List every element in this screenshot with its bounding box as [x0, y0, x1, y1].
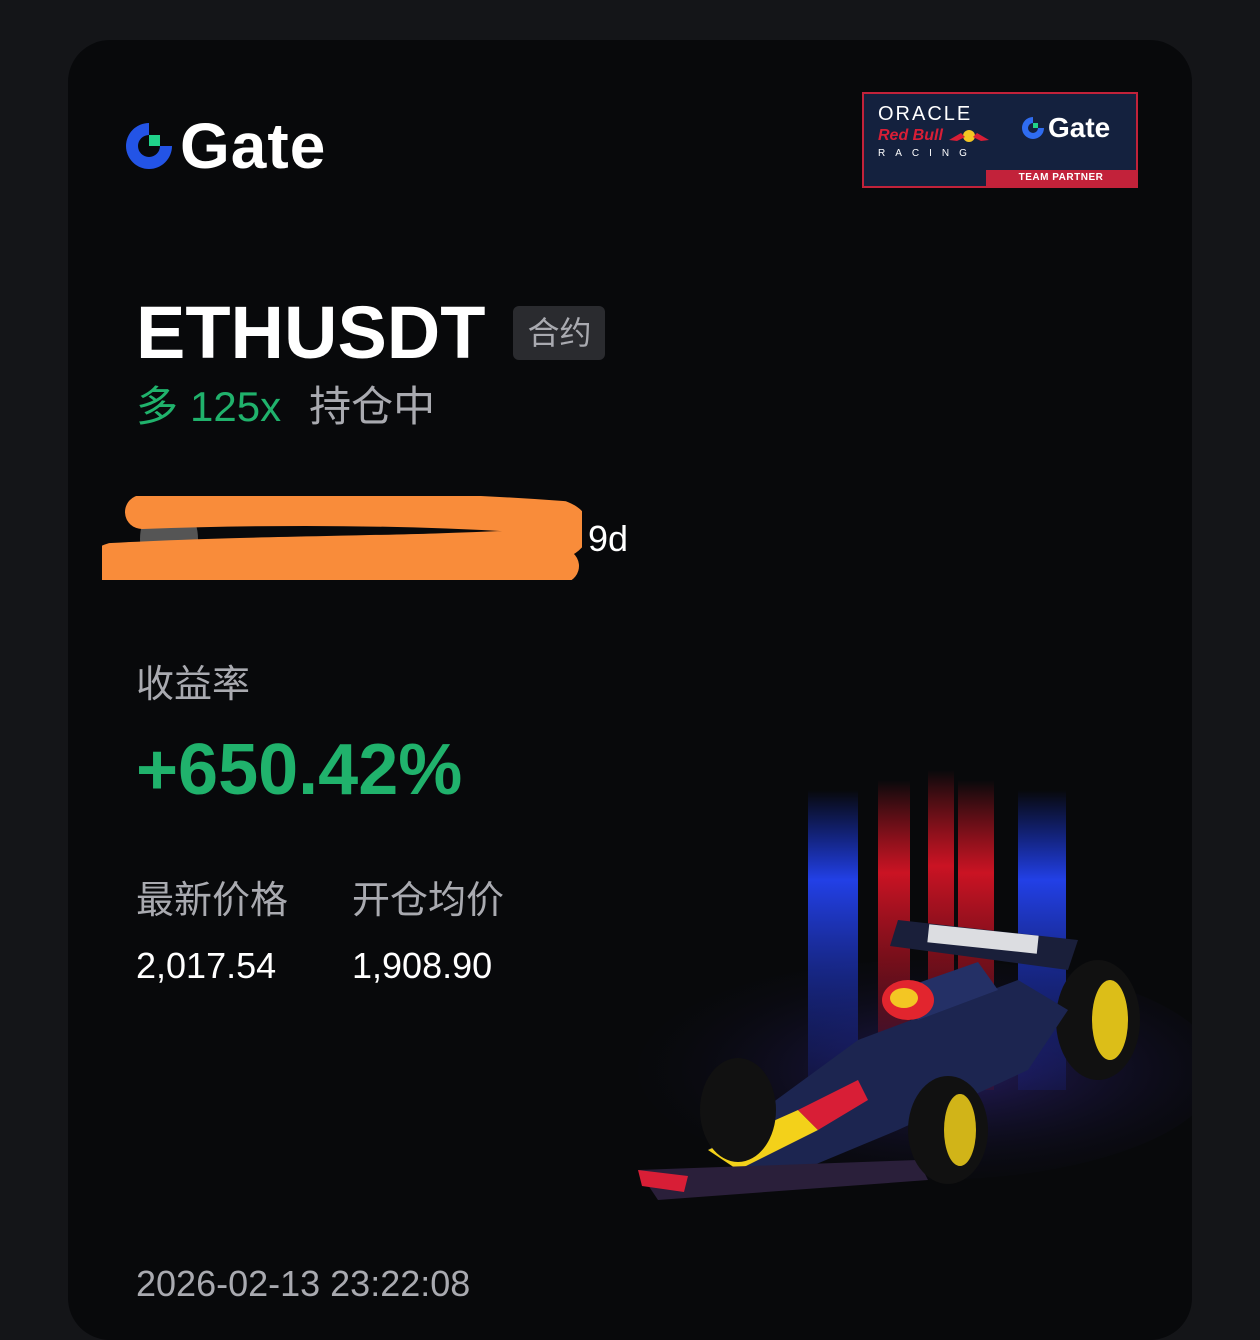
- race-car-illustration: [638, 770, 1192, 1200]
- racing-text: RACING: [878, 148, 977, 159]
- last-price-label: 最新价格: [136, 880, 289, 922]
- partner-gate-logo: Gate: [1020, 114, 1110, 142]
- leverage: 125x: [190, 383, 282, 430]
- gate-logo-text: Gate: [180, 110, 327, 182]
- timestamp: 2026-02-13 23:22:08: [136, 1263, 471, 1304]
- entry-price-block: 开仓均价 1,908.90: [352, 882, 504, 984]
- pair-symbol: ETHUSDT: [136, 291, 486, 374]
- redbull-text: Red Bull: [878, 127, 943, 144]
- gate-logo-icon: [126, 123, 172, 169]
- redbull-bull-icon: [948, 130, 989, 142]
- redaction-scribble: [102, 496, 582, 580]
- gate-logo: Gate: [122, 114, 326, 178]
- partner-gate-text: Gate: [1048, 112, 1111, 143]
- contract-tag: 合约: [513, 306, 606, 360]
- last-price-block: 最新价格 2,017.54: [136, 882, 288, 984]
- team-partner-strip: TEAM PARTNER: [986, 170, 1136, 186]
- holding-status: 持仓中: [309, 383, 436, 430]
- team-partner-badge: ORACLE Red Bull RACING Gate TEAM PARTNER: [862, 92, 1138, 188]
- entry-price-value: 1,908.90: [352, 945, 493, 986]
- yield-value: +650.42%: [136, 730, 463, 810]
- oracle-text: ORACLE: [878, 103, 973, 125]
- last-price-value: 2,017.54: [136, 945, 277, 986]
- entry-price-label: 开仓均价: [352, 880, 505, 922]
- share-card: Gate ORACLE Red Bull RACING Gate TEAM PA…: [68, 40, 1192, 1340]
- gate-small-icon: [1022, 117, 1044, 139]
- oracle-redbull-logo: ORACLE Red Bull RACING: [878, 102, 996, 162]
- position-side: 多: [136, 383, 179, 430]
- yield-label: 收益率: [136, 664, 251, 706]
- pair-row: ETHUSDT 合约: [136, 291, 606, 374]
- position-status-row: 多 125x 持仓中: [136, 386, 435, 428]
